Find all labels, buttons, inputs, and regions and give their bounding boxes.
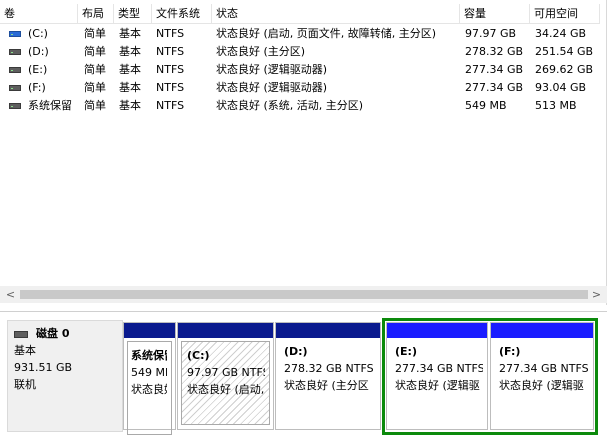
scroll-right-icon[interactable]: > [588, 286, 605, 303]
volume-name: 系统保留 [28, 99, 72, 112]
partition-size: 278.32 GB NTFS [284, 362, 374, 375]
volume-status: 状态良好 (启动, 页面文件, 故障转储, 主分区) [216, 27, 437, 40]
volume-layout: 简单 [84, 99, 106, 112]
disk-icon [9, 49, 21, 55]
partition-status: 状态良好 (逻辑驱 [499, 379, 584, 392]
partition-size: 277.34 GB NTFS [395, 362, 483, 375]
volume-free-space: 93.04 GB [535, 81, 587, 94]
volume-layout: 简单 [84, 81, 106, 94]
column-header-status[interactable]: 状态 [212, 4, 460, 24]
disk-type: 基本 [14, 344, 36, 357]
volume-status: 状态良好 (逻辑驱动器) [216, 63, 328, 76]
volume-filesystem: NTFS [156, 81, 185, 94]
partition-d[interactable]: (D:) 278.32 GB NTFS 状态良好 (主分区 [275, 322, 381, 430]
partition-size: 97.97 GB NTFS [187, 366, 265, 379]
volume-layout: 简单 [84, 45, 106, 58]
partition-band [276, 323, 380, 338]
disk-size: 931.51 GB [14, 361, 73, 374]
volume-capacity: 97.97 GB [465, 27, 517, 40]
partition-name: (D:) [284, 345, 308, 358]
disk-map: 磁盘 0 基本 931.51 GB 联机 系统保留 549 MB 状态良好 (C… [0, 311, 607, 439]
disk-icon [9, 85, 21, 91]
partition-size: 549 MB [131, 366, 167, 379]
partition-status: 状态良好 [131, 383, 167, 396]
volume-status: 状态良好 (系统, 活动, 主分区) [216, 99, 364, 112]
disk-info-panel[interactable]: 磁盘 0 基本 931.51 GB 联机 [7, 320, 123, 432]
disk-icon [14, 330, 28, 338]
partition-name: (F:) [499, 345, 521, 358]
volume-type: 基本 [119, 45, 141, 58]
disk-icon [9, 103, 21, 109]
volume-name: (E:) [28, 63, 48, 76]
partition-band [124, 323, 175, 338]
volume-type: 基本 [119, 81, 141, 94]
volume-filesystem: NTFS [156, 63, 185, 76]
partition-f[interactable]: (F:) 277.34 GB NTFS 状态良好 (逻辑驱 [490, 322, 594, 430]
disk-title: 磁盘 0 [36, 327, 70, 340]
volume-filesystem: NTFS [156, 27, 185, 40]
volume-capacity: 278.32 GB [465, 45, 524, 58]
column-header-free-space[interactable]: 可用空间 [530, 4, 600, 24]
volume-list-header: 卷 布局 类型 文件系统 状态 容量 可用空间 [0, 4, 607, 24]
volume-filesystem: NTFS [156, 45, 185, 58]
volume-layout: 简单 [84, 27, 106, 40]
column-header-capacity[interactable]: 容量 [460, 4, 530, 24]
partition-name: (E:) [395, 345, 417, 358]
volume-type: 基本 [119, 27, 141, 40]
partition-name: 系统保留 [131, 349, 167, 362]
volume-capacity: 549 MB [465, 99, 507, 112]
volume-free-space: 269.62 GB [535, 63, 594, 76]
scrollbar-thumb[interactable] [20, 290, 588, 299]
volume-status: 状态良好 (逻辑驱动器) [216, 81, 328, 94]
partition-band [387, 323, 487, 338]
volume-filesystem: NTFS [156, 99, 185, 112]
disk-icon [9, 67, 21, 73]
table-row[interactable]: (D:) 简单 基本 NTFS 状态良好 (主分区) 278.32 GB 251… [0, 43, 600, 61]
volume-name: (F:) [28, 81, 46, 94]
volume-capacity: 277.34 GB [465, 81, 524, 94]
volume-type: 基本 [119, 99, 141, 112]
volume-name: (D:) [28, 45, 49, 58]
disk-blue-icon [9, 31, 21, 37]
volume-capacity: 277.34 GB [465, 63, 524, 76]
partition-band [178, 323, 273, 338]
column-header-type[interactable]: 类型 [114, 4, 152, 24]
scroll-left-icon[interactable]: < [2, 286, 19, 303]
volume-status: 状态良好 (主分区) [216, 45, 306, 58]
partition-status: 状态良好 (逻辑驱 [395, 379, 480, 392]
horizontal-scrollbar[interactable]: < > [0, 286, 607, 303]
volume-type: 基本 [119, 63, 141, 76]
partition-status: 状态良好 (启动, [187, 383, 265, 396]
volume-list: 卷 布局 类型 文件系统 状态 容量 可用空间 (C:) 简单 基本 NTFS … [0, 0, 607, 305]
column-header-volume[interactable]: 卷 [0, 4, 78, 24]
volume-name: (C:) [28, 27, 48, 40]
partition-name: (C:) [187, 349, 210, 362]
table-row[interactable]: 系统保留 简单 基本 NTFS 状态良好 (系统, 活动, 主分区) 549 M… [0, 97, 600, 115]
partition-system-reserved[interactable]: 系统保留 549 MB 状态良好 [123, 322, 176, 435]
partition-e[interactable]: (E:) 277.34 GB NTFS 状态良好 (逻辑驱 [386, 322, 488, 430]
volume-layout: 简单 [84, 63, 106, 76]
column-header-layout[interactable]: 布局 [78, 4, 114, 24]
table-row[interactable]: (C:) 简单 基本 NTFS 状态良好 (启动, 页面文件, 故障转储, 主分… [0, 25, 600, 43]
volume-free-space: 34.24 GB [535, 27, 587, 40]
partition-c[interactable]: (C:) 97.97 GB NTFS 状态良好 (启动, [177, 322, 274, 430]
partition-size: 277.34 GB NTFS [499, 362, 589, 375]
volume-free-space: 513 MB [535, 99, 577, 112]
disk-state: 联机 [14, 378, 36, 391]
table-row[interactable]: (F:) 简单 基本 NTFS 状态良好 (逻辑驱动器) 277.34 GB 9… [0, 79, 600, 97]
volume-free-space: 251.54 GB [535, 45, 594, 58]
partition-band [491, 323, 593, 338]
column-header-filesystem[interactable]: 文件系统 [152, 4, 212, 24]
table-row[interactable]: (E:) 简单 基本 NTFS 状态良好 (逻辑驱动器) 277.34 GB 2… [0, 61, 600, 79]
partition-status: 状态良好 (主分区 [284, 379, 369, 392]
